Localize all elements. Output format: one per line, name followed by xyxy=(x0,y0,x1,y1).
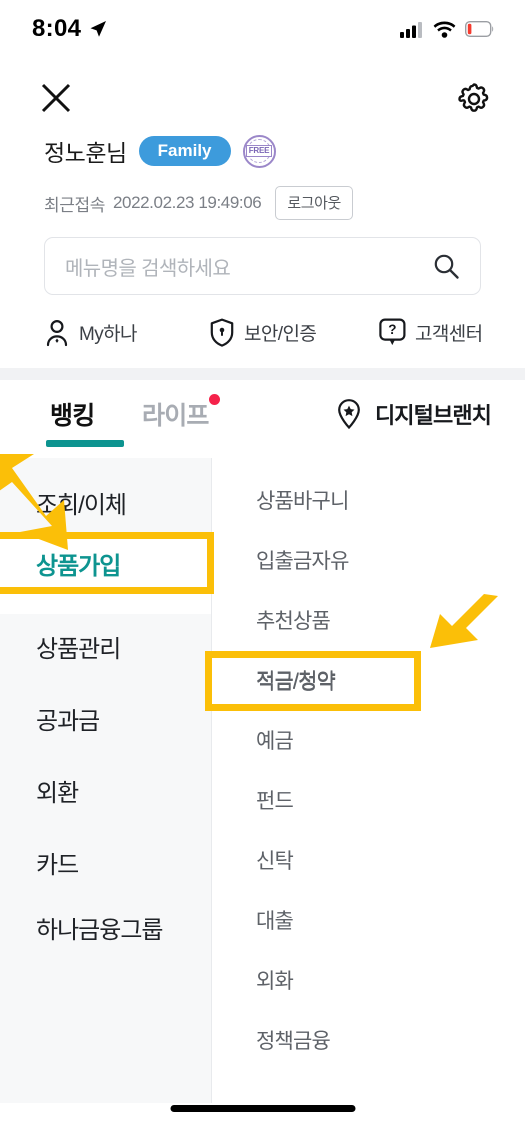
digital-branch-link[interactable]: 디지털브랜치 xyxy=(334,398,492,430)
question-bubble-icon: ? xyxy=(379,318,406,346)
svg-text:?: ? xyxy=(388,322,396,337)
last-access-label: 최근접속 xyxy=(44,195,105,215)
menu-subitem[interactable]: 펀드 xyxy=(212,770,525,830)
tab-bar: 뱅킹 라이프 디지털브랜치 xyxy=(0,390,525,458)
menu-category-item[interactable]: 조회/이체 xyxy=(0,470,211,542)
menu-category-item[interactable]: 공과금 xyxy=(0,686,211,758)
menu-subitem-highlighted[interactable]: 적금/청약 xyxy=(212,650,525,710)
app-screen: 8:04 정노훈님 Family FREE 최근접속 2022.02.23 19… xyxy=(0,0,525,1125)
close-icon xyxy=(41,83,71,113)
status-bar: 8:04 xyxy=(0,0,525,58)
quick-link-label: 보안/인증 xyxy=(244,324,317,345)
quick-links-row: My하나 보안/인증 ? 고객센터 xyxy=(44,318,494,347)
search-placeholder: 메뉴명을 검색하세요 xyxy=(65,257,231,280)
menu-subitem-label: 상품바구니 xyxy=(256,490,349,513)
digital-branch-label: 디지털브랜치 xyxy=(374,403,492,428)
close-button[interactable] xyxy=(36,78,76,118)
menu-subitem[interactable]: 상품바구니 xyxy=(212,470,525,530)
menu-category-label: 상품관리 xyxy=(36,636,121,663)
menu-subitem[interactable]: 외화 xyxy=(212,950,525,1010)
status-bar-left: 8:04 xyxy=(32,15,108,43)
tab-label: 라이프 xyxy=(142,402,209,430)
free-badge-label: FREE xyxy=(245,145,273,157)
quick-link-security[interactable]: 보안/인증 xyxy=(209,318,379,347)
menu-subitem-label: 입출금자유 xyxy=(256,550,349,573)
logout-button[interactable]: 로그아웃 xyxy=(275,186,353,220)
menu-subitem[interactable]: 신탁 xyxy=(212,830,525,890)
wifi-icon xyxy=(433,21,456,38)
menu-category-label: 하나금융그룹 xyxy=(36,917,163,944)
tab-label: 뱅킹 xyxy=(50,402,95,430)
menu-subitem-label: 대출 xyxy=(256,910,294,933)
menu-category-label: 상품가입 xyxy=(36,564,121,591)
menu-subitem-label: 신탁 xyxy=(256,850,294,873)
search-icon[interactable] xyxy=(432,252,460,280)
menu-subitem-label: 정책금융 xyxy=(256,1030,331,1053)
menu-subitem-label: 외화 xyxy=(256,970,294,993)
menu-subitem-label: 적금/청약 xyxy=(256,670,336,693)
last-access-time: 2022.02.23 19:49:06 xyxy=(112,193,262,212)
menu-category-item[interactable]: 하나금융그룹 xyxy=(0,902,211,1002)
search-input[interactable]: 메뉴명을 검색하세요 xyxy=(44,237,481,295)
menu-subitem-label: 추천상품 xyxy=(256,610,331,633)
quick-link-label: My하나 xyxy=(79,324,137,345)
menu-subitem[interactable]: 추천상품 xyxy=(212,590,525,650)
menu-subitem[interactable]: 정책금융 xyxy=(212,1010,525,1070)
free-badge: FREE xyxy=(242,134,276,168)
user-info-row: 정노훈님 Family FREE xyxy=(44,134,276,168)
quick-link-my-hana[interactable]: My하나 xyxy=(44,319,209,347)
menu-category-list: 조회/이체 상품가입 상품관리 공과금 외환 카드 하나금융그룹 xyxy=(0,458,212,1103)
tab-life[interactable]: 라이프 xyxy=(142,394,220,432)
menu-category-label: 카드 xyxy=(36,852,79,879)
menu-subitem-label: 펀드 xyxy=(256,790,294,813)
quick-link-customer-center[interactable]: ? 고객센터 xyxy=(379,318,483,347)
membership-badge[interactable]: Family xyxy=(138,136,231,166)
home-indicator xyxy=(170,1105,355,1112)
menu-subitem[interactable]: 대출 xyxy=(212,890,525,950)
section-divider xyxy=(0,368,525,380)
settings-button[interactable] xyxy=(453,78,495,120)
menu-category-item-selected[interactable]: 상품가입 xyxy=(0,542,211,614)
menu-category-label: 조회/이체 xyxy=(36,492,127,519)
user-name: 정노훈님 xyxy=(44,140,127,166)
status-bar-right xyxy=(400,21,495,38)
tab-active-indicator xyxy=(46,440,124,447)
location-pin-star-icon xyxy=(338,399,360,430)
person-icon xyxy=(46,319,68,346)
menu-category-item[interactable]: 외환 xyxy=(0,758,211,830)
quick-link-label: 고객센터 xyxy=(415,324,483,345)
menu-subitem-label: 예금 xyxy=(256,730,294,753)
menu-category-label: 외환 xyxy=(36,780,79,807)
status-time: 8:04 xyxy=(32,15,82,42)
menu-panes: 조회/이체 상품가입 상품관리 공과금 외환 카드 하나금융그룹 상품바구니 입… xyxy=(0,458,525,1103)
menu-subitem[interactable]: 예금 xyxy=(212,710,525,770)
new-badge-dot xyxy=(208,394,220,405)
menu-category-item[interactable]: 상품관리 xyxy=(0,614,211,686)
tab-banking[interactable]: 뱅킹 xyxy=(50,396,95,432)
gear-icon xyxy=(458,83,489,112)
cellular-signal-icon xyxy=(400,21,422,38)
menu-subitem[interactable]: 입출금자유 xyxy=(212,530,525,590)
menu-category-label: 공과금 xyxy=(36,708,100,735)
location-arrow-icon xyxy=(90,21,107,37)
menu-subitem-list: 상품바구니 입출금자유 추천상품 적금/청약 예금 펀드 신탁 대출 외화 정책… xyxy=(212,458,525,1103)
last-access-row: 최근접속 2022.02.23 19:49:06 로그아웃 xyxy=(44,186,353,220)
shield-icon xyxy=(210,318,234,347)
battery-low-icon xyxy=(465,21,494,37)
header-bar xyxy=(0,66,525,130)
menu-category-item[interactable]: 카드 xyxy=(0,830,211,902)
